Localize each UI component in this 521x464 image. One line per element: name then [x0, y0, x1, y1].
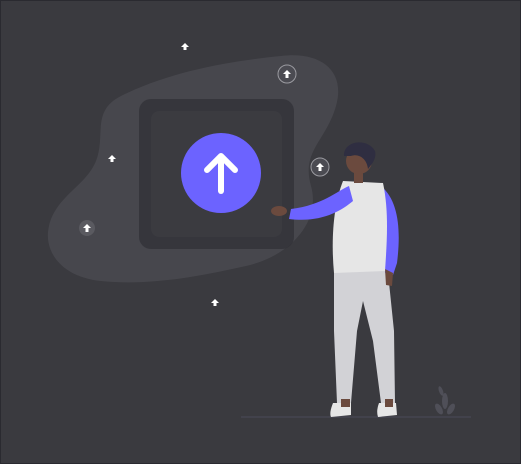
upload-button[interactable]: [181, 133, 261, 213]
upload-illustration: [47, 43, 471, 418]
arrow-up-circle-icon: [79, 220, 95, 236]
arrow-up-circle-icon: [277, 64, 297, 84]
illustration-frame: [0, 0, 521, 464]
arrow-up-icon: [181, 43, 189, 50]
arrow-up-icon: [211, 299, 219, 306]
arrow-up-circle-icon: [310, 157, 330, 177]
plant-icon: [435, 386, 455, 415]
